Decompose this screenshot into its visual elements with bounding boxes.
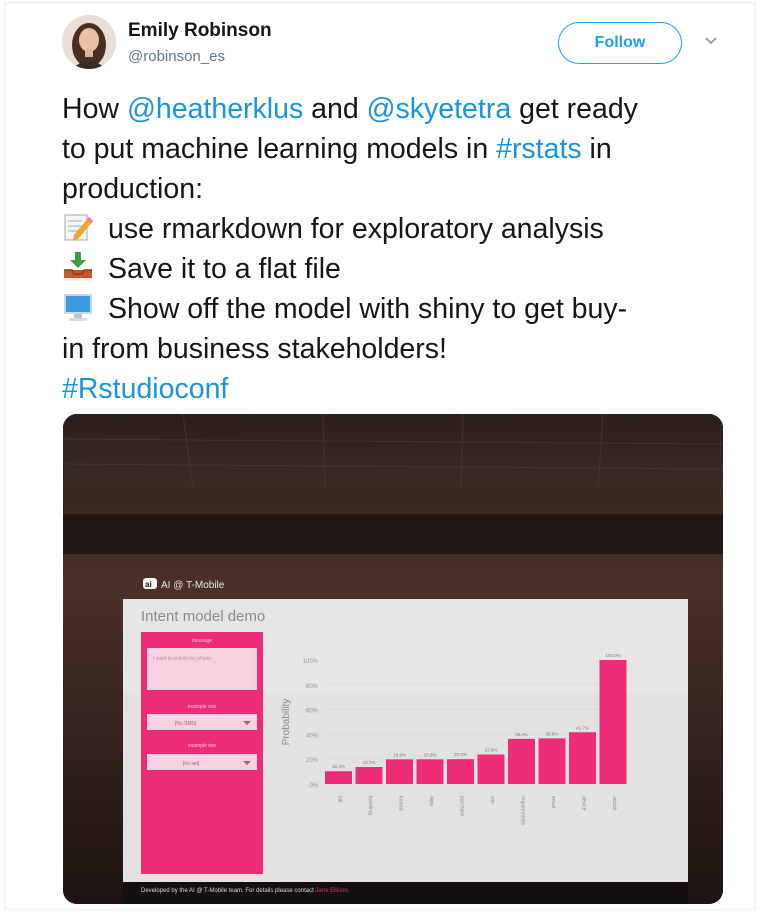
y-tick-label: 20% xyxy=(306,758,319,764)
bar-value-label: 19.9% xyxy=(393,752,406,757)
brand-logo-text: ai xyxy=(145,580,152,589)
author-name[interactable]: Emily Robinson xyxy=(128,20,272,42)
x-tick-label: sim xyxy=(489,796,495,804)
memo-icon xyxy=(64,214,93,241)
computer-icon xyxy=(64,294,92,321)
bar-value-label: 41.7% xyxy=(576,725,589,730)
x-tick-label: data xyxy=(428,796,434,806)
x-tick-label: bill xyxy=(337,796,343,802)
bullet-text: Save it to a flat file xyxy=(108,253,341,285)
hashtag-link[interactable]: #rstats xyxy=(496,133,582,165)
bar-value-label: 36.8% xyxy=(546,731,559,736)
x-tick-label: traveling xyxy=(367,796,373,815)
bar-value-label: 23.8% xyxy=(485,747,498,752)
bar-value-label: 10.3% xyxy=(332,764,345,769)
form-message-value: I want to unlock my phone xyxy=(153,656,211,662)
author-handle[interactable]: @robinson_es xyxy=(128,48,225,65)
bullet-2: Save it to a flat file xyxy=(62,249,732,289)
inbox-download-icon xyxy=(64,252,92,281)
bar xyxy=(538,738,566,784)
tweet-line-3: production: xyxy=(62,173,204,205)
tweet-text: How @heatherklus and @skyetetra get read… xyxy=(62,89,732,409)
form-label: example two xyxy=(188,743,216,749)
tweet-line-2: to put machine learning models in #rstat… xyxy=(62,129,732,169)
y-tick-label: 80% xyxy=(306,684,319,690)
bar xyxy=(386,759,413,784)
bar-value-label: 19.9% xyxy=(424,752,437,757)
bar xyxy=(355,767,383,784)
text-segment: in xyxy=(581,133,612,165)
chevron-down-icon[interactable] xyxy=(704,36,718,46)
bar xyxy=(447,759,474,784)
bar xyxy=(416,759,444,784)
tweet-photo[interactable]: ai AI @ T-Mobile Intent model demo messa… xyxy=(63,414,723,904)
y-tick-label: 60% xyxy=(306,709,319,715)
slide-title: Intent model demo xyxy=(141,608,265,625)
bullet-3: Show off the model with shiny to get buy… xyxy=(62,289,732,329)
bar xyxy=(325,771,352,784)
y-tick-label: 100% xyxy=(303,659,319,665)
slide-footer: Developed by the AI @ T-Mobile team. For… xyxy=(141,888,350,894)
bar-value-label: 20.0% xyxy=(454,752,467,757)
mention-link[interactable]: @heatherklus xyxy=(127,93,303,125)
x-tick-label: device xyxy=(581,796,587,811)
bar xyxy=(569,732,596,784)
text-segment: and xyxy=(303,93,367,125)
text-segment: get ready xyxy=(511,93,638,125)
form-label: example one xyxy=(188,704,217,710)
x-tick-label: locked xyxy=(398,796,404,811)
form-select-value: [no sel] xyxy=(183,761,200,767)
follow-button[interactable]: Follow xyxy=(558,22,682,64)
y-axis-label: Probability xyxy=(281,699,292,746)
tweet-line-1: How @heatherklus and @skyetetra get read… xyxy=(62,89,732,129)
form-select-value: [No SMS] xyxy=(175,721,197,727)
mention-link[interactable]: @skyetetra xyxy=(367,93,512,125)
y-tick-label: 40% xyxy=(306,733,319,739)
bar-value-label: 100.0% xyxy=(605,653,620,658)
slide-form-panel: message I want to unlock my phone exampl… xyxy=(141,632,263,874)
bullet-1: use rmarkdown for exploratory analysis xyxy=(62,209,732,249)
bar xyxy=(599,660,627,784)
x-tick-label: purchase xyxy=(459,796,465,817)
brand-text: AI @ T-Mobile xyxy=(161,580,225,591)
bullet-text: Show off the model with shiny to get buy… xyxy=(108,293,628,325)
form-label: message xyxy=(192,638,213,644)
tweet-line-8: #Rstudioconf xyxy=(62,369,732,409)
bullet-text: use rmarkdown for exploratory analysis xyxy=(108,213,604,245)
x-tick-label: unlock xyxy=(611,796,617,811)
tweet-line-7: in from business stakeholders! xyxy=(62,333,447,365)
y-tick-label: 0% xyxy=(309,783,318,789)
bar-value-label: 13.7% xyxy=(363,760,376,765)
bar xyxy=(508,738,535,784)
avatar[interactable] xyxy=(62,15,116,69)
x-tick-label: email xyxy=(550,796,556,808)
bar xyxy=(477,754,505,784)
bar-value-label: 36.4% xyxy=(515,732,528,737)
x-tick-label: requirements xyxy=(520,796,526,826)
hashtag-link[interactable]: #Rstudioconf xyxy=(62,373,228,405)
text-segment: to put machine learning models in xyxy=(62,133,497,165)
text-segment: How xyxy=(62,93,127,125)
